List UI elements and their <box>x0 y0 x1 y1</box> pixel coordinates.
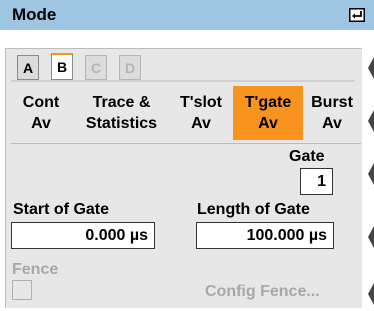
mode-burst-av-button[interactable]: Burst Av <box>303 86 361 140</box>
mode-label-line1: Trace & <box>92 94 151 111</box>
tab-d: D <box>119 55 141 80</box>
length-of-gate-field[interactable]: 100.000 µs <box>196 222 334 249</box>
tab-b[interactable]: B <box>51 53 73 80</box>
mode-label-line2: Av <box>258 115 278 132</box>
tab-strip-divider <box>11 80 355 82</box>
mode-dialog: Mode A B C D Cont Av Trace & Statistics … <box>0 0 374 311</box>
fence-checkbox[interactable] <box>12 280 32 300</box>
mode-label-line2: Av <box>322 115 342 132</box>
enter-key-icon[interactable] <box>349 8 365 22</box>
mode-label-line1: T'slot <box>179 94 223 111</box>
mode-tgate-av-button[interactable]: T'gate Av <box>233 86 303 140</box>
dialog-title: Mode <box>12 5 57 24</box>
fence-label: Fence <box>12 261 59 278</box>
scroll-arrow-icon[interactable] <box>367 226 374 248</box>
mode-label-line1: T'gate <box>244 94 292 111</box>
length-of-gate-label: Length of Gate <box>197 201 310 218</box>
gate-label: Gate <box>289 148 325 165</box>
scroll-arrow-icon[interactable] <box>367 283 374 305</box>
mode-tslot-av-button[interactable]: T'slot Av <box>172 86 230 140</box>
tab-c: C <box>85 55 107 80</box>
start-of-gate-label: Start of Gate <box>13 201 110 218</box>
title-bar: Mode <box>0 0 374 30</box>
mode-label-line2: Av <box>31 115 51 132</box>
mode-cont-av-button[interactable]: Cont Av <box>11 86 71 140</box>
config-fence-button[interactable]: Config Fence... <box>205 283 320 301</box>
scroll-arrow-icon[interactable] <box>367 57 374 79</box>
gate-field[interactable]: 1 <box>300 168 333 195</box>
mode-label-line1: Burst <box>311 94 353 111</box>
start-of-gate-field[interactable]: 0.000 µs <box>11 222 155 249</box>
mode-label-line2: Statistics <box>85 115 158 132</box>
mode-label-line1: Cont <box>22 94 60 111</box>
scroll-arrow-icon[interactable] <box>367 110 374 132</box>
mode-trace-statistics-button[interactable]: Trace & Statistics <box>71 86 172 140</box>
mode-label-line2: Av <box>191 115 211 132</box>
scroll-arrow-icon[interactable] <box>367 163 374 185</box>
tab-a[interactable]: A <box>17 55 39 80</box>
section-divider <box>11 143 361 144</box>
